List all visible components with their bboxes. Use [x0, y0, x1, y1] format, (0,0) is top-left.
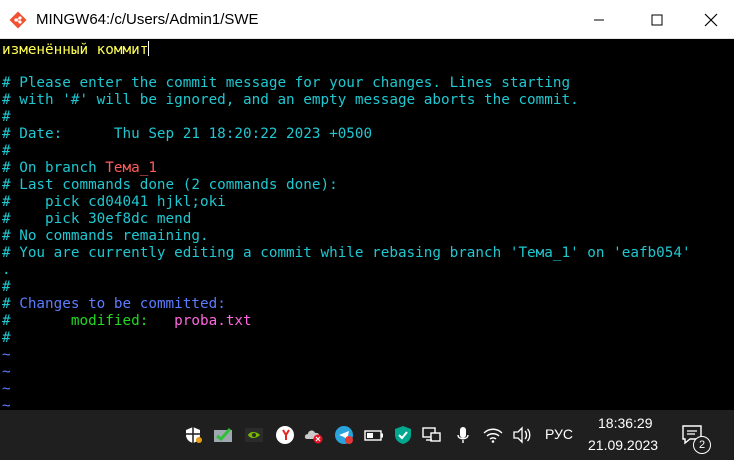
terminal-line: # No commands remaining. [2, 228, 209, 245]
wifi-icon[interactable] [482, 425, 504, 445]
terminal-text: # pick 30ef8dc mend [2, 211, 192, 227]
terminal-text: # Please enter the commit message for yo… [2, 75, 571, 91]
terminal-editor[interactable]: изменённый коммит # Please enter the comm… [0, 39, 734, 410]
terminal-text: # [2, 330, 11, 346]
minimize-button[interactable] [576, 0, 622, 39]
terminal-line: # On branch Тема_1 [2, 160, 157, 177]
terminal-text: # [2, 109, 11, 125]
checkmark-app-icon[interactable] [212, 425, 234, 445]
terminal-text: proba.txt [174, 313, 252, 329]
yandex-icon[interactable] [274, 425, 296, 445]
terminal-text: ~ [2, 381, 11, 397]
terminal-text: # pick cd04041 hjkl;oki [2, 194, 226, 210]
security-shield-icon[interactable] [182, 425, 204, 445]
terminal-text: # [2, 313, 71, 329]
terminal-line: # [2, 279, 11, 296]
terminal-line: # Date: Thu Sep 21 18:20:22 2023 +0500 [2, 126, 372, 143]
terminal-line: # Changes to be committed: [2, 296, 226, 313]
taskbar: РУС 18:36:29 21.09.2023 2 [0, 410, 734, 460]
terminal-line: # Please enter the commit message for yo… [2, 75, 570, 92]
terminal-line: ~ [2, 398, 11, 410]
git-bash-icon [9, 11, 27, 29]
notification-count-badge: 2 [693, 436, 711, 454]
terminal-line: # [2, 330, 11, 347]
clock-time[interactable]: 18:36:29 [598, 415, 653, 431]
volume-icon[interactable] [511, 425, 533, 445]
language-indicator[interactable]: РУС [545, 426, 573, 442]
window-title: MINGW64:/c/Users/Admin1/SWE [36, 11, 259, 28]
terminal-text: Changes to be committed: [19, 296, 226, 312]
terminal-text: . [2, 262, 11, 278]
kaspersky-icon[interactable] [392, 425, 414, 445]
terminal-line: # pick 30ef8dc mend [2, 211, 191, 228]
terminal-text: # No commands remaining. [2, 228, 209, 244]
battery-icon[interactable] [363, 425, 385, 445]
terminal-text: # [2, 279, 11, 295]
terminal-text: # [2, 296, 20, 312]
terminal-text: ~ [2, 347, 11, 363]
terminal-line: ~ [2, 364, 11, 381]
terminal-line: . [2, 262, 11, 279]
terminal-text: # with '#' will be ignored, and an empty… [2, 92, 579, 108]
terminal-text: # You are currently editing a commit whi… [2, 245, 691, 261]
terminal-text: # Date: Thu Sep 21 18:20:22 2023 +0500 [2, 126, 373, 142]
terminal-line: ~ [2, 381, 11, 398]
terminal-line: # with '#' will be ignored, and an empty… [2, 92, 579, 109]
terminal-text: изменённый коммит [2, 42, 149, 58]
terminal-line: # You are currently editing a commit whi… [2, 245, 691, 262]
text-cursor [148, 41, 150, 56]
close-button[interactable] [688, 0, 734, 39]
terminal-line: # Last commands done (2 commands done): [2, 177, 338, 194]
terminal-text: # On branch [2, 160, 106, 176]
terminal-text: # Last commands done (2 commands done): [2, 177, 338, 193]
maximize-button[interactable] [634, 0, 680, 39]
telegram-icon[interactable] [333, 425, 355, 445]
terminal-text: modified: [70, 313, 175, 329]
terminal-line: ~ [2, 347, 11, 364]
terminal-line: # modified: proba.txt [2, 313, 252, 330]
terminal-line: # [2, 143, 11, 160]
title-bar: MINGW64:/c/Users/Admin1/SWE [0, 0, 734, 39]
cloud-error-icon[interactable] [303, 425, 325, 445]
terminal-text: ~ [2, 364, 11, 380]
microphone-icon[interactable] [452, 425, 474, 445]
terminal-text: Тема_1 [105, 160, 157, 176]
terminal-text: # [2, 143, 11, 159]
terminal-text: ~ [2, 398, 11, 410]
terminal-line: # pick cd04041 hjkl;oki [2, 194, 226, 211]
terminal-line: # [2, 109, 11, 126]
nvidia-icon[interactable] [243, 425, 265, 445]
clock-date[interactable]: 21.09.2023 [588, 437, 658, 453]
network-computer-icon[interactable] [421, 425, 443, 445]
terminal-line: изменённый коммит [2, 41, 150, 58]
